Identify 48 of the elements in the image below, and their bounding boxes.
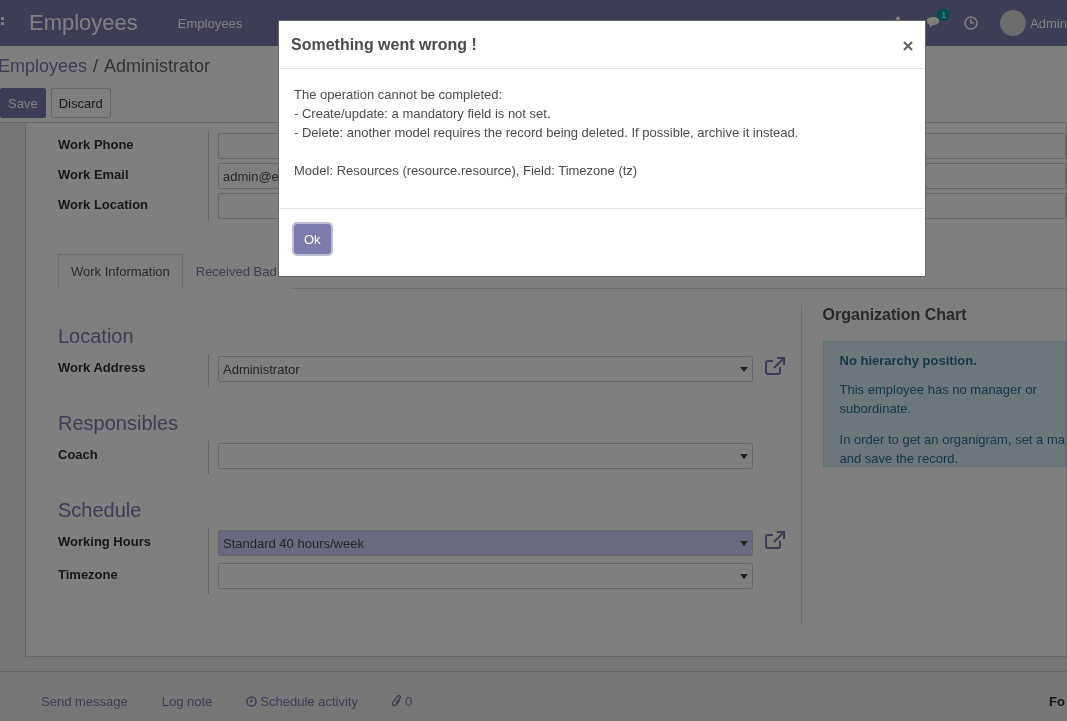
breadcrumb-separator: / — [93, 56, 99, 77]
field-label: Work Email — [58, 166, 130, 182]
select-field[interactable] — [218, 563, 753, 589]
breadcrumb-link[interactable]: Employees — [0, 56, 88, 77]
caret-icon — [740, 540, 748, 546]
notification-badge: 1 — [937, 9, 951, 21]
field-label: Work Phone — [58, 136, 135, 152]
section-title: Responsibles — [58, 412, 180, 435]
follow-button[interactable]: Fo — [1049, 693, 1065, 709]
close-icon — [903, 41, 913, 51]
info-text: This employee has no manager or subordinate. — [839, 381, 1038, 418]
select-field[interactable] — [218, 443, 753, 469]
dialog-message: Model: Resources (resource.resource), Field: Timezone (tz) — [294, 162, 639, 180]
caret-icon — [740, 366, 748, 372]
breadcrumb-current: Administrator — [104, 56, 211, 77]
attachments-link[interactable]: 0 — [391, 693, 413, 709]
menu-item[interactable]: Employees — [177, 15, 243, 31]
dialog-message: The operation cannot be completed: - Create/update: a mandatory field is not set. - Delete: another model requires the record being deleted. If possible, archive it instead. — [294, 86, 800, 142]
external-link-icon[interactable] — [765, 531, 785, 549]
clock-icon[interactable] — [964, 16, 979, 30]
clock-icon — [246, 695, 258, 707]
user-avatar[interactable] — [1000, 10, 1027, 36]
select-field[interactable]: Administrator — [218, 356, 753, 382]
info-text: In order to get an organigram, set a ma and save the record. — [839, 431, 1065, 468]
discard-button[interactable]: Discard — [50, 88, 111, 118]
field-label: Coach — [58, 446, 99, 462]
chatter-link[interactable]: Schedule activity — [246, 693, 358, 709]
caret-icon — [740, 453, 748, 459]
field-label: Working Hours — [58, 533, 152, 549]
tab[interactable]: Work Information — [58, 254, 183, 289]
field-label: Work Address — [58, 359, 147, 375]
select-field[interactable]: Standard 40 hours/week — [218, 530, 753, 556]
user-name[interactable]: Admin — [1030, 15, 1067, 31]
save-button[interactable]: Save — [0, 88, 46, 118]
chatter-link[interactable]: Send message — [41, 693, 128, 709]
field-label: Work Location — [58, 196, 150, 212]
app-name: Employees — [29, 10, 138, 36]
paperclip-icon — [391, 695, 402, 707]
ok-button[interactable]: Ok — [294, 224, 331, 254]
section-title: Location — [58, 325, 135, 348]
caret-icon — [740, 573, 748, 579]
section-title: Schedule — [58, 499, 143, 522]
org-chart-title: Organization Chart — [822, 306, 968, 324]
dialog-title: Something went wrong ! — [291, 35, 477, 54]
chatter-link[interactable]: Log note — [161, 693, 213, 709]
external-link-icon[interactable] — [765, 357, 785, 375]
info-heading: No hierarchy position. — [839, 353, 978, 368]
field-label: Timezone — [58, 566, 119, 582]
